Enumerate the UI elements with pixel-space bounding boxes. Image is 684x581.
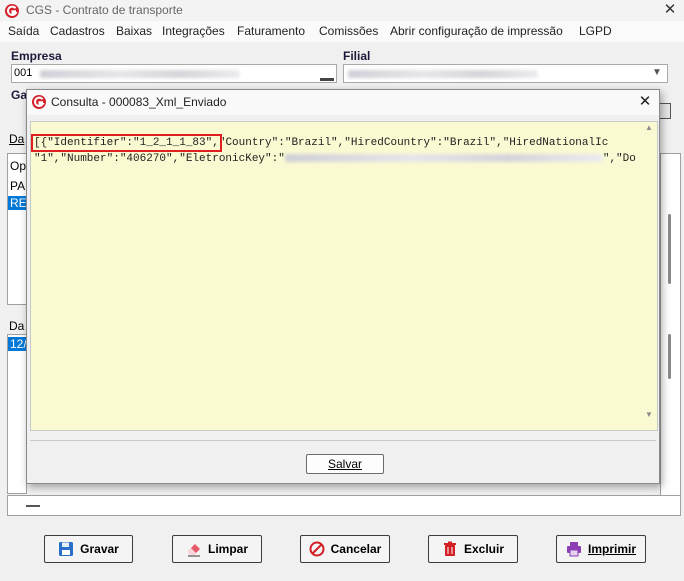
limpar-label: Limpar <box>207 542 248 556</box>
filial-label: Filial <box>343 49 371 63</box>
dialog-close-button[interactable]: ✕ <box>635 93 655 111</box>
eletronic-key-redacted <box>284 154 603 163</box>
floppy-disk-icon <box>59 542 74 556</box>
xml-content-memo[interactable]: [{"Identifier":"1_2_1_1_83","Country":"B… <box>30 121 658 431</box>
scroll-up-icon[interactable]: ▲ <box>645 123 653 132</box>
printer-icon <box>566 542 581 557</box>
app-logo-icon <box>5 4 19 18</box>
code-line-1-rest: "Country":"Brazil","HiredCountry":"Brazi… <box>218 137 609 149</box>
memo-vertical-scrollbar[interactable]: ▲ ▼ <box>643 122 657 430</box>
menu-baixas[interactable]: Baixas <box>116 24 152 38</box>
right-scroll-thumb-2[interactable] <box>668 334 671 379</box>
eraser-icon <box>187 544 200 557</box>
menu-abrir-configuracao-impressao[interactable]: Abrir configuração de impressão <box>390 24 563 38</box>
menu-faturamento[interactable]: Faturamento <box>237 24 305 38</box>
code-line-2: "1","Number":"406270","EletronicKey":" ",… <box>34 153 636 165</box>
right-panel <box>660 153 681 503</box>
list-item-selected[interactable]: 12/ <box>8 337 27 351</box>
menu-cadastros[interactable]: Cadastros <box>50 24 105 38</box>
filial-value-redacted <box>348 70 538 78</box>
empresa-label: Empresa <box>11 49 62 63</box>
cancelar-label: Cancelar <box>330 542 382 556</box>
salvar-label: Salvar <box>327 457 362 471</box>
cancel-circle-icon <box>309 541 325 557</box>
scroll-down-icon[interactable]: ▼ <box>645 410 653 419</box>
da-label-2: Da <box>9 319 25 333</box>
code-line-2-start: "1","Number":"406270","EletronicKey":" <box>34 153 285 165</box>
empresa-field[interactable]: 001 <box>11 64 337 83</box>
cancelar-button[interactable]: Cancelar <box>300 535 390 563</box>
side-button[interactable] <box>659 103 671 119</box>
dialog-title: Consulta - 000083_Xml_Enviado <box>51 95 227 109</box>
imprimir-button[interactable]: Imprimir <box>556 535 646 563</box>
code-line-1: [{"Identifier":"1_2_1_1_83","Country":"B… <box>31 134 609 152</box>
list-panel-2[interactable]: 12/ <box>7 334 27 494</box>
menu-comissoes[interactable]: Comissões <box>319 24 378 38</box>
excluir-label: Excluir <box>463 542 505 556</box>
menu-integracoes[interactable]: Integrações <box>162 24 225 38</box>
bottom-scroll-thumb[interactable] <box>26 505 40 507</box>
list-item-selected[interactable]: RE <box>8 196 27 210</box>
filial-select[interactable]: ▼ <box>343 64 668 83</box>
menu-lgpd[interactable]: LGPD <box>579 24 612 38</box>
consulta-dialog: Consulta - 000083_Xml_Enviado ✕ [{"Ident… <box>26 89 660 484</box>
excluir-button[interactable]: Excluir <box>428 535 518 563</box>
empresa-name-redacted <box>40 70 240 78</box>
imprimir-label: Imprimir <box>587 542 636 556</box>
ga-label: Ga <box>11 88 28 102</box>
trash-icon <box>443 541 456 556</box>
identifier-highlight: [{"Identifier":"1_2_1_1_83", <box>31 134 222 152</box>
limpar-button[interactable]: Limpar <box>172 535 262 563</box>
dialog-titlebar: Consulta - 000083_Xml_Enviado ✕ <box>27 90 659 115</box>
window-titlebar: CGS - Contrato de transporte ✕ <box>0 0 684 21</box>
menu-saida[interactable]: Saída <box>8 24 39 38</box>
empresa-lookup-handle <box>320 78 334 81</box>
app-logo-icon <box>32 95 46 109</box>
gravar-label: Gravar <box>80 542 119 556</box>
window-close-button[interactable]: ✕ <box>660 1 680 19</box>
chevron-down-icon: ▼ <box>652 67 662 78</box>
gravar-button[interactable]: Gravar <box>44 535 133 563</box>
list-item[interactable]: PA <box>10 179 25 193</box>
right-scroll-thumb-1[interactable] <box>668 214 671 284</box>
list-header-op: Op <box>10 159 27 173</box>
empresa-code: 001 <box>14 67 33 79</box>
salvar-button[interactable]: Salvar <box>306 454 384 474</box>
code-line-2-end: ","Do <box>602 153 636 165</box>
list-panel-1[interactable]: Op PA RE <box>7 153 27 305</box>
da-tab-label[interactable]: Da <box>9 132 24 146</box>
window-title: CGS - Contrato de transporte <box>26 3 183 17</box>
dialog-divider <box>30 440 656 441</box>
menu-bar: Saída Cadastros Baixas Integrações Fatur… <box>0 21 684 42</box>
bottom-scroll-area <box>7 495 681 516</box>
